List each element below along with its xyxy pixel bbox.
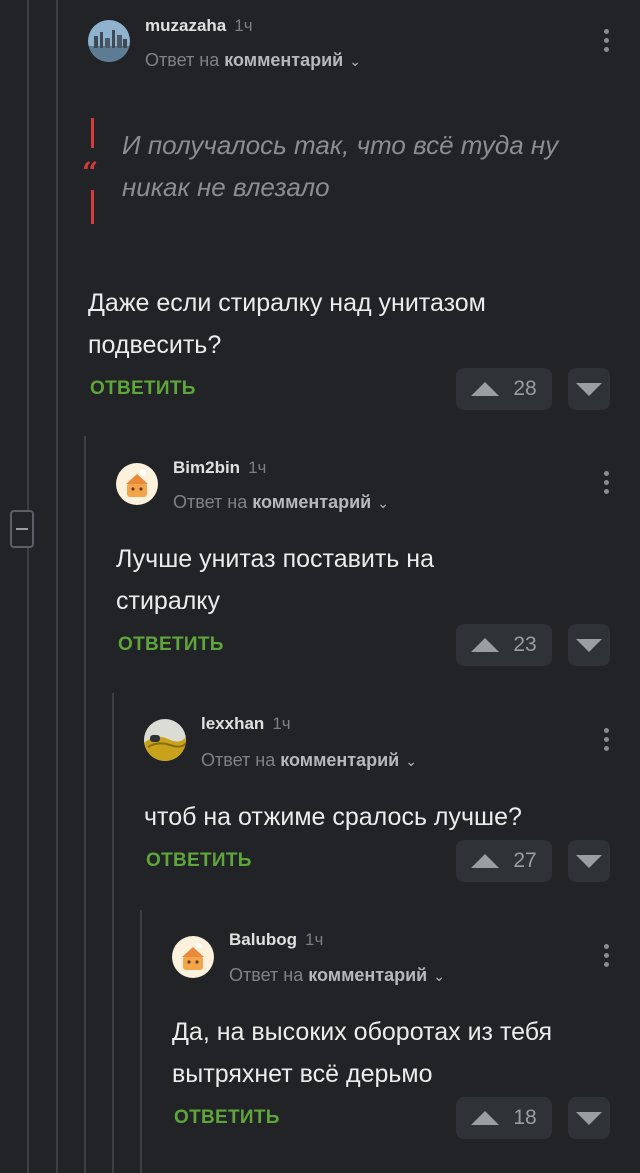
downvote-button[interactable] [568, 624, 610, 666]
username[interactable]: Balubog 1ч [229, 930, 323, 950]
avatar[interactable] [144, 719, 186, 761]
chevron-down-icon: ⌄ [433, 968, 445, 984]
reply-to-link[interactable]: Ответ на комментарий ⌄ [145, 50, 361, 71]
timestamp: 1ч [248, 458, 267, 477]
thread-line-level-1 [56, 0, 58, 1173]
upvote-button[interactable]: 18 [456, 1097, 552, 1139]
vote-count: 27 [513, 849, 537, 872]
more-vertical-icon[interactable] [604, 471, 610, 498]
thread-line-level-3 [112, 693, 114, 1173]
thread-line-level-2 [84, 436, 86, 1173]
quote-text: И получалось так, что всё туда ну никак … [122, 130, 559, 202]
reply-to-link[interactable]: Ответ на комментарий ⌄ [173, 492, 389, 513]
chevron-down-icon: ⌄ [349, 53, 361, 69]
chevron-down-icon: ⌄ [377, 495, 389, 511]
reply-button[interactable]: ОТВЕТИТЬ [90, 378, 196, 400]
quote-icon: “ [82, 156, 99, 189]
more-vertical-icon[interactable] [604, 728, 610, 755]
reply-button[interactable]: ОТВЕТИТЬ [118, 634, 224, 656]
downvote-arrow-icon [576, 382, 602, 396]
reply-button[interactable]: ОТВЕТИТЬ [146, 850, 252, 872]
thread-line-level-4 [140, 910, 142, 1173]
timestamp: 1ч [234, 16, 253, 35]
upvote-arrow-icon [471, 1111, 500, 1125]
more-vertical-icon[interactable] [604, 29, 610, 56]
vote-count: 28 [513, 377, 537, 400]
collapse-thread-icon[interactable] [10, 510, 34, 548]
avatar[interactable] [172, 936, 214, 978]
reply-button[interactable]: ОТВЕТИТЬ [174, 1107, 280, 1129]
timestamp: 1ч [305, 930, 324, 949]
username[interactable]: lexxhan 1ч [201, 714, 291, 734]
upvote-arrow-icon [471, 382, 500, 396]
more-vertical-icon[interactable] [604, 944, 610, 971]
username[interactable]: Bim2bin 1ч [173, 458, 266, 478]
quote-block: “ И получалось так, что всё туда ну ника… [82, 118, 588, 224]
comment-text: Да, на высоких оборотах из тебя вытряхне… [172, 1018, 553, 1088]
thread-line-level-0 [27, 0, 29, 1173]
avatar[interactable] [88, 20, 130, 62]
downvote-button[interactable] [568, 1097, 610, 1139]
downvote-arrow-icon [576, 1111, 602, 1125]
upvote-button[interactable]: 28 [456, 368, 552, 410]
vote-count: 18 [513, 1106, 537, 1129]
downvote-arrow-icon [576, 854, 602, 868]
upvote-button[interactable]: 23 [456, 624, 552, 666]
avatar[interactable] [116, 463, 158, 505]
username[interactable]: muzazaha 1ч [145, 16, 253, 36]
reply-to-link[interactable]: Ответ на комментарий ⌄ [229, 965, 445, 986]
chevron-down-icon: ⌄ [405, 753, 417, 769]
comment-text: чтоб на отжиме сралось лучше? [144, 803, 522, 831]
upvote-button[interactable]: 27 [456, 840, 552, 882]
downvote-button[interactable] [568, 368, 610, 410]
upvote-arrow-icon [471, 638, 500, 652]
vote-count: 23 [513, 633, 537, 656]
comment-text: Даже если стиралку над унитазом подвесит… [88, 289, 486, 359]
upvote-arrow-icon [471, 854, 500, 868]
downvote-button[interactable] [568, 840, 610, 882]
downvote-arrow-icon [576, 638, 602, 652]
reply-to-link[interactable]: Ответ на комментарий ⌄ [201, 750, 417, 771]
comment-text: Лучше унитаз поставить на стиралку [116, 545, 434, 615]
timestamp: 1ч [272, 714, 291, 733]
